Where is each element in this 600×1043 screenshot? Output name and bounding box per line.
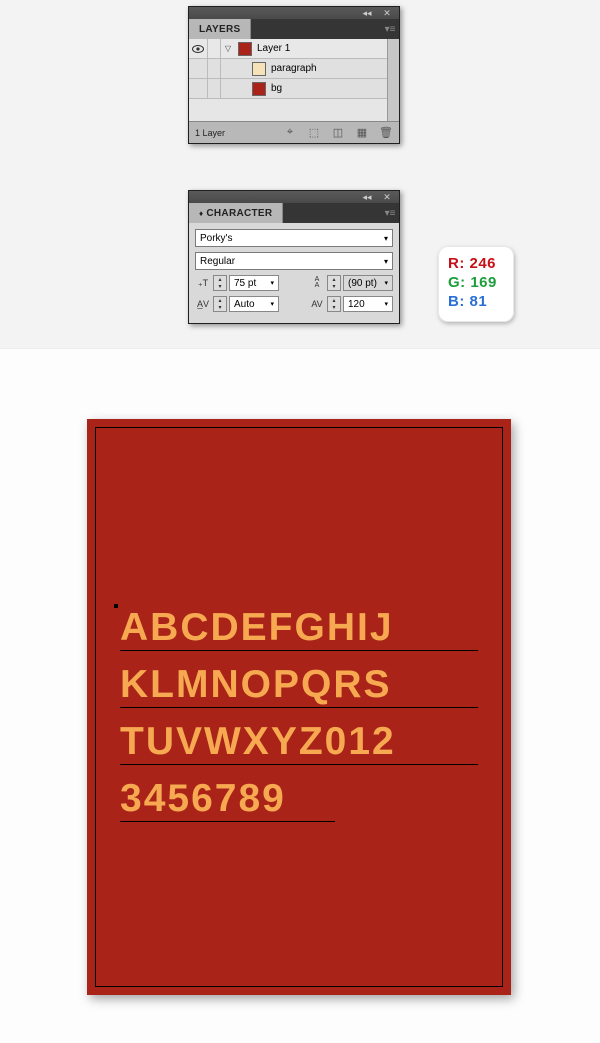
stepper[interactable]: ▴▾ <box>327 275 341 291</box>
tracking-icon: AV <box>309 297 325 311</box>
paragraph-text[interactable]: ABCDEFGHIJ KLMNOPQRS TUVWXYZ012 3456789 <box>120 608 478 836</box>
collapse-icon[interactable]: ◂◂ <box>359 193 375 201</box>
layer-name[interactable]: paragraph <box>269 63 385 74</box>
rgb-b: B: 81 <box>448 292 504 311</box>
tracking-field[interactable]: 120▾ <box>343 296 393 312</box>
layer-count: 1 Layer <box>195 128 225 138</box>
canvas-area: ABCDEFGHIJ KLMNOPQRS TUVWXYZ012 3456789 <box>0 348 600 1043</box>
panel-header: ◂◂ ✕ <box>189 7 399 19</box>
scrollbar[interactable] <box>387 39 399 121</box>
text-line: TUVWXYZ012 <box>120 722 478 765</box>
layer-row[interactable]: bg <box>189 79 399 99</box>
lock-cell[interactable] <box>207 39 221 58</box>
leading-icon: AA <box>309 276 325 290</box>
leading-field[interactable]: (90 pt)▾ <box>343 275 393 291</box>
text-cursor-icon <box>114 604 118 608</box>
layer-row[interactable]: ▽ Layer 1 <box>189 39 399 59</box>
close-icon[interactable]: ✕ <box>379 9 395 17</box>
kerning-field[interactable]: Auto▾ <box>229 296 279 312</box>
artboard[interactable]: ABCDEFGHIJ KLMNOPQRS TUVWXYZ012 3456789 <box>87 419 511 995</box>
font-style-dropdown[interactable]: Regular▾ <box>195 252 393 270</box>
visibility-icon[interactable] <box>189 45 207 53</box>
stepper[interactable]: ▴▾ <box>213 296 227 312</box>
panel-header: ◂◂ ✕ <box>189 191 399 203</box>
layer-color-swatch <box>252 82 266 96</box>
panel-flyout-icon[interactable]: ▾≡ <box>381 19 399 39</box>
text-line: 3456789 <box>120 779 335 822</box>
layer-list: ▽ Layer 1 paragraph bg <box>189 39 399 121</box>
disclosure-icon[interactable]: ▽ <box>221 44 235 53</box>
text-frame[interactable]: ABCDEFGHIJ KLMNOPQRS TUVWXYZ012 3456789 <box>95 427 503 987</box>
font-size-icon: ₊T <box>195 276 211 290</box>
text-line: KLMNOPQRS <box>120 665 478 708</box>
rgb-g: G: 169 <box>448 273 504 292</box>
font-family-dropdown[interactable]: Porky's▾ <box>195 229 393 247</box>
locate-icon[interactable]: ⌖ <box>283 126 297 140</box>
rgb-r: R: 246 <box>448 254 504 273</box>
font-size-field[interactable]: 75 pt▾ <box>229 275 279 291</box>
lock-cell[interactable] <box>207 59 221 78</box>
kerning-icon: A̲V <box>195 297 211 311</box>
layer-name[interactable]: bg <box>269 83 385 94</box>
panel-tab-bar: LAYERS ▾≡ <box>189 19 399 39</box>
character-panel: ◂◂ ✕ ♦CHARACTER ▾≡ Porky's▾ Regular▾ ₊T … <box>188 190 400 324</box>
panel-tab-bar: ♦CHARACTER ▾≡ <box>189 203 399 223</box>
new-layer-icon[interactable]: ▦ <box>355 126 369 140</box>
layers-footer: 1 Layer ⌖ ⬚ ◫ ▦ 🗑 <box>189 121 399 143</box>
stepper[interactable]: ▴▾ <box>213 275 227 291</box>
stepper[interactable]: ▴▾ <box>327 296 341 312</box>
tab-layers[interactable]: LAYERS <box>189 19 251 39</box>
tab-character[interactable]: ♦CHARACTER <box>189 203 283 223</box>
layer-row[interactable]: paragraph <box>189 59 399 79</box>
layer-color-swatch <box>252 62 266 76</box>
rgb-color-card: R: 246 G: 169 B: 81 <box>438 246 514 322</box>
text-line: ABCDEFGHIJ <box>120 608 478 651</box>
collapse-icon[interactable]: ◂◂ <box>359 9 375 17</box>
panel-flyout-icon[interactable]: ▾≡ <box>381 203 399 223</box>
layers-panel: ◂◂ ✕ LAYERS ▾≡ ▽ Layer 1 paragraph <box>188 6 400 144</box>
layer-name[interactable]: Layer 1 <box>255 43 385 54</box>
close-icon[interactable]: ✕ <box>379 193 395 201</box>
make-clip-icon[interactable]: ⬚ <box>307 126 321 140</box>
trash-icon[interactable]: 🗑 <box>379 126 393 140</box>
new-sublayer-icon[interactable]: ◫ <box>331 126 345 140</box>
layer-color-swatch <box>238 42 252 56</box>
lock-cell[interactable] <box>207 79 221 98</box>
